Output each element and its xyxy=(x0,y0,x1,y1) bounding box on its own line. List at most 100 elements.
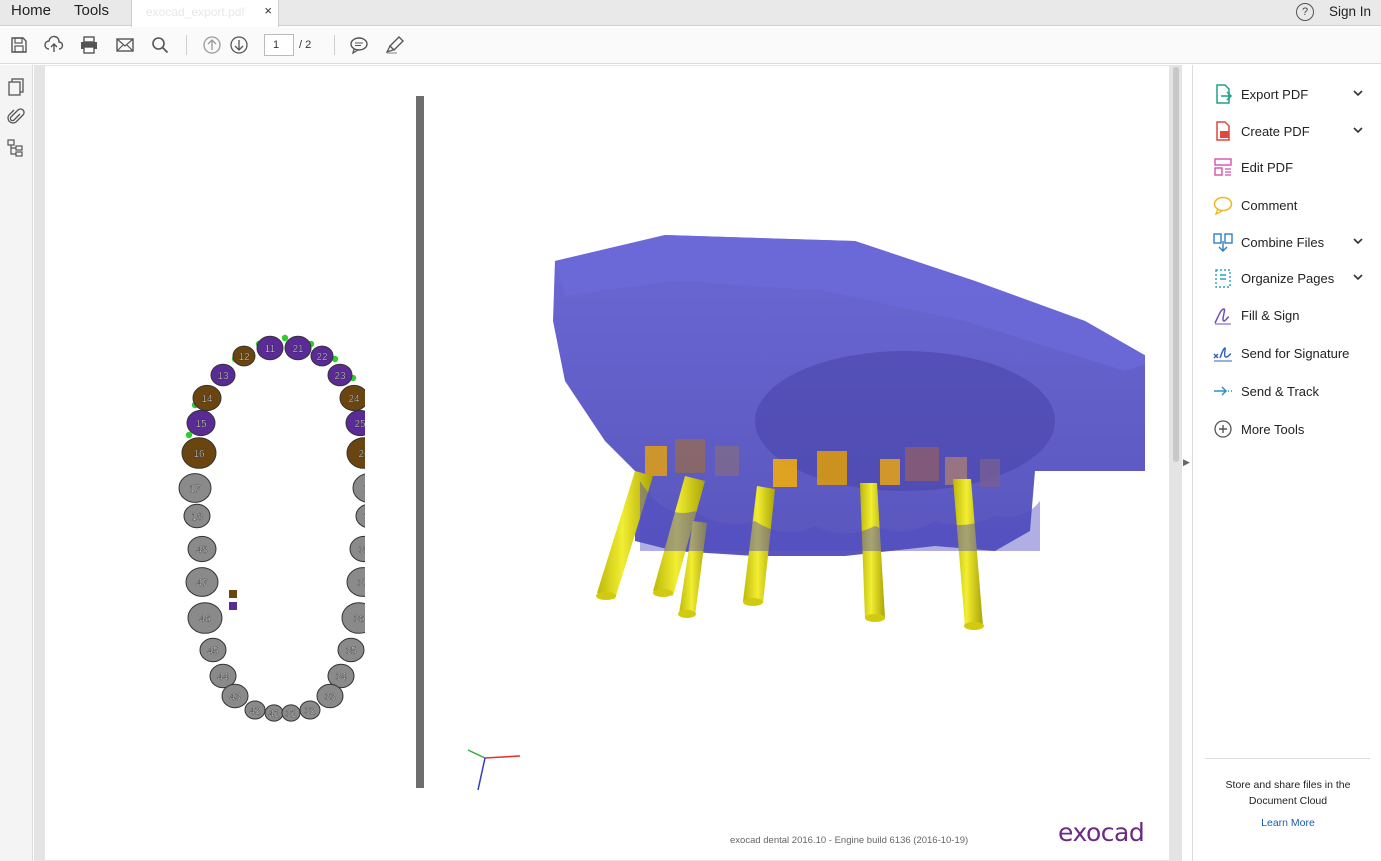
svg-text:11: 11 xyxy=(265,344,276,355)
create-pdf-icon xyxy=(1212,120,1234,142)
tool-label: More Tools xyxy=(1241,422,1305,437)
help-icon[interactable]: ? xyxy=(1296,3,1314,21)
tool-send-and-track[interactable]: Send & Track xyxy=(1193,376,1381,406)
fill-sign-icon xyxy=(1212,304,1234,326)
tab-bar: Home Tools exocad_export.pdf × ? Sign In xyxy=(0,0,1381,27)
svg-text:16: 16 xyxy=(193,449,205,460)
tool-combine-files[interactable]: Combine Files xyxy=(1193,227,1381,257)
tool-label: Edit PDF xyxy=(1241,160,1294,175)
chevron-down-icon[interactable] xyxy=(1351,123,1365,137)
learn-more-link[interactable]: Learn More xyxy=(1213,817,1363,829)
vertical-scrollbar[interactable] xyxy=(1173,67,1179,462)
page-down-icon[interactable] xyxy=(229,35,249,55)
print-icon[interactable] xyxy=(79,35,99,55)
tool-create-pdf[interactable]: Create PDF xyxy=(1193,116,1381,146)
tooth-41: 41 xyxy=(264,704,284,722)
tool-fill-and-sign[interactable]: Fill & Sign xyxy=(1193,300,1381,330)
svg-text:21: 21 xyxy=(292,344,304,355)
page-up-icon[interactable] xyxy=(202,35,222,55)
tool-more-tools[interactable]: More Tools xyxy=(1193,414,1381,444)
send-track-icon xyxy=(1212,380,1234,402)
tab-home[interactable]: Home xyxy=(11,0,51,26)
tool-label: Send for Signature xyxy=(1241,346,1350,361)
tool-label: Comment xyxy=(1241,198,1298,213)
search-icon[interactable] xyxy=(150,35,170,55)
tools-panel: Export PDF Create PDF Edit PDF Comment Combi… xyxy=(1192,65,1381,861)
tooth-32: 32 xyxy=(299,700,321,720)
tooth-15: 15 xyxy=(186,409,216,437)
tool-organize-pages[interactable]: Organize Pages xyxy=(1193,263,1381,293)
upload-icon[interactable] xyxy=(44,35,64,55)
tooth-21: 21 xyxy=(284,335,312,361)
tooth-28: 28 xyxy=(355,504,365,528)
close-icon[interactable]: × xyxy=(264,3,272,18)
collapse-right-pane-icon[interactable]: ▶ xyxy=(1183,457,1190,468)
tooth-48: 48 xyxy=(187,535,217,563)
svg-text:18: 18 xyxy=(191,512,203,523)
chevron-down-icon[interactable] xyxy=(1351,234,1365,248)
document-viewport: 11 21 12 22 13 23 14 24 15 25 16 26 17 27 18 28 48 38 47 37… xyxy=(34,65,1182,861)
left-navigation-pane xyxy=(0,65,33,861)
svg-text:27: 27 xyxy=(363,484,365,495)
tab-document[interactable]: exocad_export.pdf × xyxy=(131,0,279,27)
svg-text:34: 34 xyxy=(335,672,347,683)
save-icon[interactable] xyxy=(9,35,29,55)
tab-tools[interactable]: Tools xyxy=(74,0,109,26)
tooth-31: 31 xyxy=(281,704,301,722)
page-thumbnails-icon[interactable] xyxy=(6,77,26,97)
tool-edit-pdf[interactable]: Edit PDF xyxy=(1193,152,1381,182)
tooth-36: 36 xyxy=(341,602,365,634)
svg-text:28: 28 xyxy=(363,512,365,523)
svg-text:46: 46 xyxy=(199,614,211,625)
chevron-down-icon[interactable] xyxy=(1351,270,1365,284)
svg-text:45: 45 xyxy=(207,646,219,657)
tooth-chart: 11 21 12 22 13 23 14 24 15 25 16 26 17 27 18 28 48 38 47 37… xyxy=(178,334,365,722)
svg-text:42: 42 xyxy=(249,706,261,717)
combine-files-icon xyxy=(1212,231,1234,253)
chevron-down-icon[interactable] xyxy=(1351,86,1365,100)
tooth-22: 22 xyxy=(310,345,334,367)
svg-text:37: 37 xyxy=(357,578,365,589)
toolbar: 1 / 2 xyxy=(0,27,1381,64)
svg-text:43: 43 xyxy=(229,692,241,703)
tool-label: Combine Files xyxy=(1241,235,1325,250)
faded-header xyxy=(515,99,945,111)
tooth-13: 13 xyxy=(210,363,236,387)
svg-text:31: 31 xyxy=(285,709,297,720)
send-signature-icon xyxy=(1212,342,1234,364)
tooth-23: 23 xyxy=(327,363,353,387)
svg-text:36: 36 xyxy=(353,614,365,625)
svg-text:25: 25 xyxy=(354,419,365,430)
sign-in-link[interactable]: Sign In xyxy=(1329,4,1371,19)
tooth-42: 42 xyxy=(244,700,266,720)
tooth-25: 25 xyxy=(345,409,365,437)
highlight-icon[interactable] xyxy=(385,35,405,55)
toolbar-separator xyxy=(186,35,187,55)
edit-pdf-icon xyxy=(1212,156,1234,178)
exocad-logo: exocad xyxy=(1058,818,1145,847)
tooth-24: 24 xyxy=(339,384,365,412)
svg-text:13: 13 xyxy=(217,371,229,382)
attachments-icon[interactable] xyxy=(6,107,26,127)
tool-send-for-signature[interactable]: Send for Signature xyxy=(1193,338,1381,368)
comment-icon[interactable] xyxy=(349,35,369,55)
tool-comment[interactable]: Comment xyxy=(1193,190,1381,220)
tooth-45: 45 xyxy=(199,637,227,663)
svg-text:17: 17 xyxy=(189,484,201,495)
tool-export-pdf[interactable]: Export PDF xyxy=(1193,79,1381,109)
email-icon[interactable] xyxy=(115,35,135,55)
page-number-input[interactable]: 1 xyxy=(264,34,294,56)
svg-text:41: 41 xyxy=(268,709,280,720)
marker-dot xyxy=(185,431,193,439)
bookmarks-icon[interactable] xyxy=(6,138,26,158)
vertical-divider xyxy=(416,96,424,788)
svg-text:24: 24 xyxy=(348,394,360,405)
tooth-33: 33 xyxy=(316,683,344,709)
marker-dot xyxy=(281,334,289,342)
tooth-35: 35 xyxy=(337,637,365,663)
tooth-17: 17 xyxy=(178,473,212,503)
legend-swatch xyxy=(229,602,237,610)
more-tools-icon xyxy=(1212,418,1234,440)
tooth-43: 43 xyxy=(221,683,249,709)
document-footer-text: exocad dental 2016.10 - Engine build 613… xyxy=(730,835,969,846)
